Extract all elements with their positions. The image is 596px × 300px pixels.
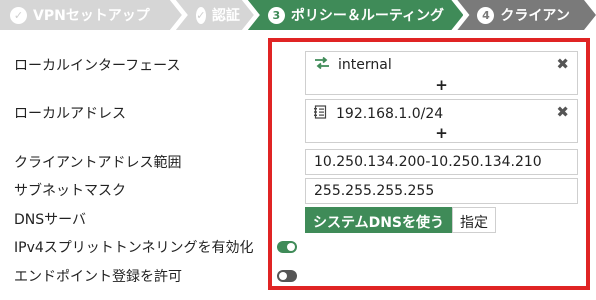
endpoint-registration-label: エンドポイント登録を許可 — [14, 269, 182, 285]
local-interface-label: ローカルインターフェース — [14, 58, 181, 74]
wizard-step-client[interactable]: 4 クライアン — [457, 0, 596, 30]
check-icon: ✓ — [10, 7, 27, 24]
client-address-range-label: クライアントアドレス範囲 — [14, 155, 182, 171]
wizard-step-authentication[interactable]: ✓ 認証 — [176, 0, 254, 30]
local-address-label: ローカルアドレス — [14, 106, 126, 122]
step-number-icon: 4 — [477, 7, 494, 24]
wizard-step-vpn-setup[interactable]: ✓ VPNセットアップ — [0, 0, 182, 30]
wizard-step-label: クライアン — [500, 8, 570, 24]
wizard-step-label: ポリシー＆ルーティング — [290, 8, 445, 24]
wizard-step-policy-routing[interactable]: 3 ポリシー＆ルーティング — [248, 0, 464, 30]
wizard-step-label: VPNセットアップ — [33, 8, 150, 24]
check-icon: ✓ — [196, 8, 206, 22]
subnet-mask-label: サブネットマスク — [14, 183, 126, 199]
wizard-steps: ✓ VPNセットアップ ✓ 認証 3 ポリシー＆ルーティング 4 クライアン — [0, 0, 596, 30]
highlight-frame — [268, 38, 590, 290]
ipv4-split-tunneling-label: IPv4スプリットトンネリングを有効化 — [14, 240, 254, 256]
wizard-step-label: 認証 — [211, 8, 240, 24]
dns-server-label: DNSサーバ — [14, 212, 86, 228]
step-number-icon: 3 — [268, 7, 285, 24]
